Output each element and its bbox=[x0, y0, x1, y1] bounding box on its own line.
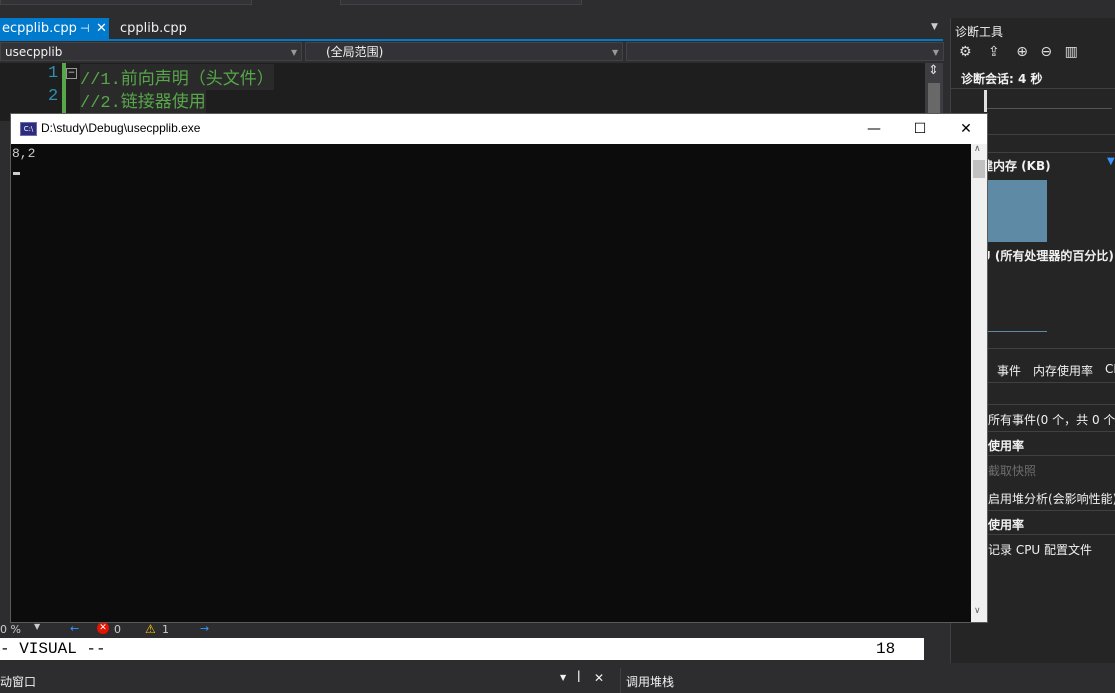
error-count: 0 bbox=[114, 623, 121, 636]
zoom-level[interactable]: 0 % bbox=[0, 623, 21, 636]
session-duration: 诊断会话: 4 秒 bbox=[961, 72, 1043, 86]
console-output: 8,2 bbox=[12, 146, 36, 161]
memory-graph-area bbox=[987, 180, 1047, 242]
divider bbox=[981, 455, 1115, 456]
navigation-bar: usecpplib ▼ (全局范围) ▼ ▼ bbox=[0, 41, 945, 63]
divider bbox=[951, 88, 1115, 89]
call-stack-title: 调用堆栈 bbox=[626, 675, 675, 689]
tab-cpu[interactable]: CI bbox=[1105, 362, 1115, 376]
tab-events[interactable]: 事件 bbox=[997, 362, 1021, 379]
bottom-tool-windows: 动窗口 ▼ ꟾ ✕ 调用堆栈 bbox=[0, 668, 945, 693]
warning-count: 1 bbox=[162, 623, 169, 636]
minimize-button[interactable]: — bbox=[851, 114, 897, 144]
diagnostic-tools-title: 诊断工具 bbox=[955, 25, 1004, 39]
scroll-thumb[interactable] bbox=[928, 83, 940, 113]
pin-icon[interactable]: ⊣ bbox=[80, 18, 90, 40]
divider bbox=[981, 404, 1115, 405]
cpu-usage-section: 使用率 bbox=[988, 518, 1025, 532]
memory-graph-header: 建内存 (KB) bbox=[981, 159, 1051, 173]
maximize-button[interactable]: ☐ bbox=[897, 114, 943, 144]
console-cursor bbox=[13, 172, 20, 175]
chevron-down-icon[interactable]: ▼ bbox=[560, 673, 566, 682]
line-number: 1 bbox=[48, 64, 59, 83]
collapse-icon[interactable]: − bbox=[66, 68, 77, 79]
tab-memory-usage[interactable]: 内存使用率 bbox=[1033, 362, 1093, 379]
console-titlebar[interactable]: C:\ D:\study\Debug\usecpplib.exe — ☐ ✕ bbox=[11, 114, 987, 144]
document-tab-bar: ecpplib.cpp ⊣ ✕ cpplib.cpp ▼ bbox=[0, 18, 945, 40]
member-dropdown[interactable]: ▼ bbox=[626, 42, 944, 61]
enable-heap-profiling-checkbox[interactable]: 启用堆分析(会影响性能) bbox=[988, 490, 1115, 507]
console-window[interactable]: C:\ D:\study\Debug\usecpplib.exe — ☐ ✕ 8… bbox=[10, 113, 988, 623]
close-button[interactable]: ✕ bbox=[943, 114, 989, 144]
cpu-graph-line bbox=[987, 331, 1047, 332]
timeline-ruler bbox=[987, 108, 1112, 109]
tab-overflow-chevron-icon[interactable]: ▼ bbox=[931, 22, 938, 32]
code-comment: //2.链接器使用 bbox=[80, 87, 206, 113]
line-number: 2 bbox=[48, 87, 59, 106]
editor-status-row: 0 % ▼ ← ✕ 0 ⚠ 1 → bbox=[0, 622, 945, 638]
scroll-down-icon[interactable]: ∨ bbox=[974, 606, 981, 616]
arrow-left-icon[interactable]: ← bbox=[70, 622, 79, 635]
scope-dropdown[interactable]: (全局范围) ▼ bbox=[305, 42, 623, 61]
vim-mode-text: - VISUAL -- bbox=[0, 640, 106, 658]
tab-label: ecpplib.cpp bbox=[2, 21, 77, 36]
gear-icon[interactable]: ⚙ bbox=[959, 44, 972, 60]
divider bbox=[981, 534, 1115, 535]
chart-icon[interactable]: ▥ bbox=[1065, 44, 1078, 60]
tab-label: cpplib.cpp bbox=[120, 21, 187, 36]
pin-icon[interactable]: ꟾ bbox=[577, 671, 581, 685]
divider bbox=[981, 382, 1115, 383]
scroll-thumb[interactable] bbox=[973, 160, 985, 178]
chevron-down-icon: ▼ bbox=[932, 48, 939, 57]
chevron-down-icon: ▼ bbox=[290, 48, 297, 57]
record-cpu-profile-button[interactable]: 记录 CPU 配置文件 bbox=[988, 541, 1092, 558]
cpu-graph-header: U (所有处理器的百分比) bbox=[981, 249, 1114, 263]
project-dropdown[interactable]: usecpplib ▼ bbox=[0, 42, 302, 61]
toolbar-combo-left[interactable] bbox=[0, 0, 252, 5]
divider bbox=[981, 431, 1115, 432]
call-stack-header[interactable]: 调用堆栈 bbox=[620, 668, 946, 693]
auto-window-header[interactable]: 动窗口 ▼ ꟾ ✕ bbox=[0, 668, 612, 693]
project-dropdown-value: usecpplib bbox=[5, 45, 63, 59]
zoom-in-icon[interactable]: ⊕ bbox=[1016, 44, 1028, 60]
auto-window-title: 动窗口 bbox=[0, 675, 37, 689]
close-icon[interactable]: ✕ bbox=[594, 671, 604, 685]
scroll-up-icon[interactable]: ∧ bbox=[974, 144, 981, 154]
chevron-down-icon[interactable]: ▼ bbox=[34, 622, 40, 631]
close-icon[interactable]: ✕ bbox=[96, 18, 107, 40]
take-snapshot-button[interactable]: 截取快照 bbox=[988, 462, 1036, 479]
console-title: D:\study\Debug\usecpplib.exe bbox=[41, 121, 201, 135]
export-icon[interactable]: ⇪ bbox=[988, 44, 1000, 60]
diagnostic-toolbar: ⚙ ⇪ ⊕ ⊖ ▥ bbox=[959, 44, 1078, 60]
filter-icon[interactable]: ▼ bbox=[1107, 156, 1115, 167]
vim-mode-bar: - VISUAL -- 18 bbox=[0, 638, 924, 660]
all-events-link[interactable]: 所有事件(0 个，共 0 个) bbox=[988, 411, 1115, 428]
zoom-out-icon[interactable]: ⊖ bbox=[1040, 44, 1052, 60]
top-toolbar-strip bbox=[0, 0, 945, 18]
console-scrollbar[interactable]: ∧ ∨ bbox=[971, 144, 987, 622]
chevron-down-icon: ▼ bbox=[611, 48, 618, 57]
code-line[interactable]: 1 − //1.前向声明（头文件） bbox=[0, 64, 925, 90]
tab-cpplib-cpp[interactable]: cpplib.cpp bbox=[114, 18, 193, 40]
arrow-right-icon[interactable]: → bbox=[200, 622, 209, 635]
tab-usecpplib-cpp[interactable]: ecpplib.cpp ⊣ ✕ bbox=[0, 18, 109, 40]
warning-icon[interactable]: ⚠ bbox=[145, 622, 156, 636]
console-app-icon: C:\ bbox=[20, 122, 37, 136]
toolbar-combo-right[interactable] bbox=[340, 0, 582, 5]
scope-dropdown-value: (全局范围) bbox=[326, 45, 384, 59]
divider bbox=[981, 510, 1115, 511]
cursor-line-number: 18 bbox=[876, 640, 896, 658]
split-icon[interactable]: ⇕ bbox=[928, 63, 939, 78]
code-line[interactable]: 2 //2.链接器使用 bbox=[0, 87, 925, 113]
memory-usage-section: 使用率 bbox=[988, 439, 1025, 453]
error-icon[interactable]: ✕ bbox=[97, 622, 109, 634]
